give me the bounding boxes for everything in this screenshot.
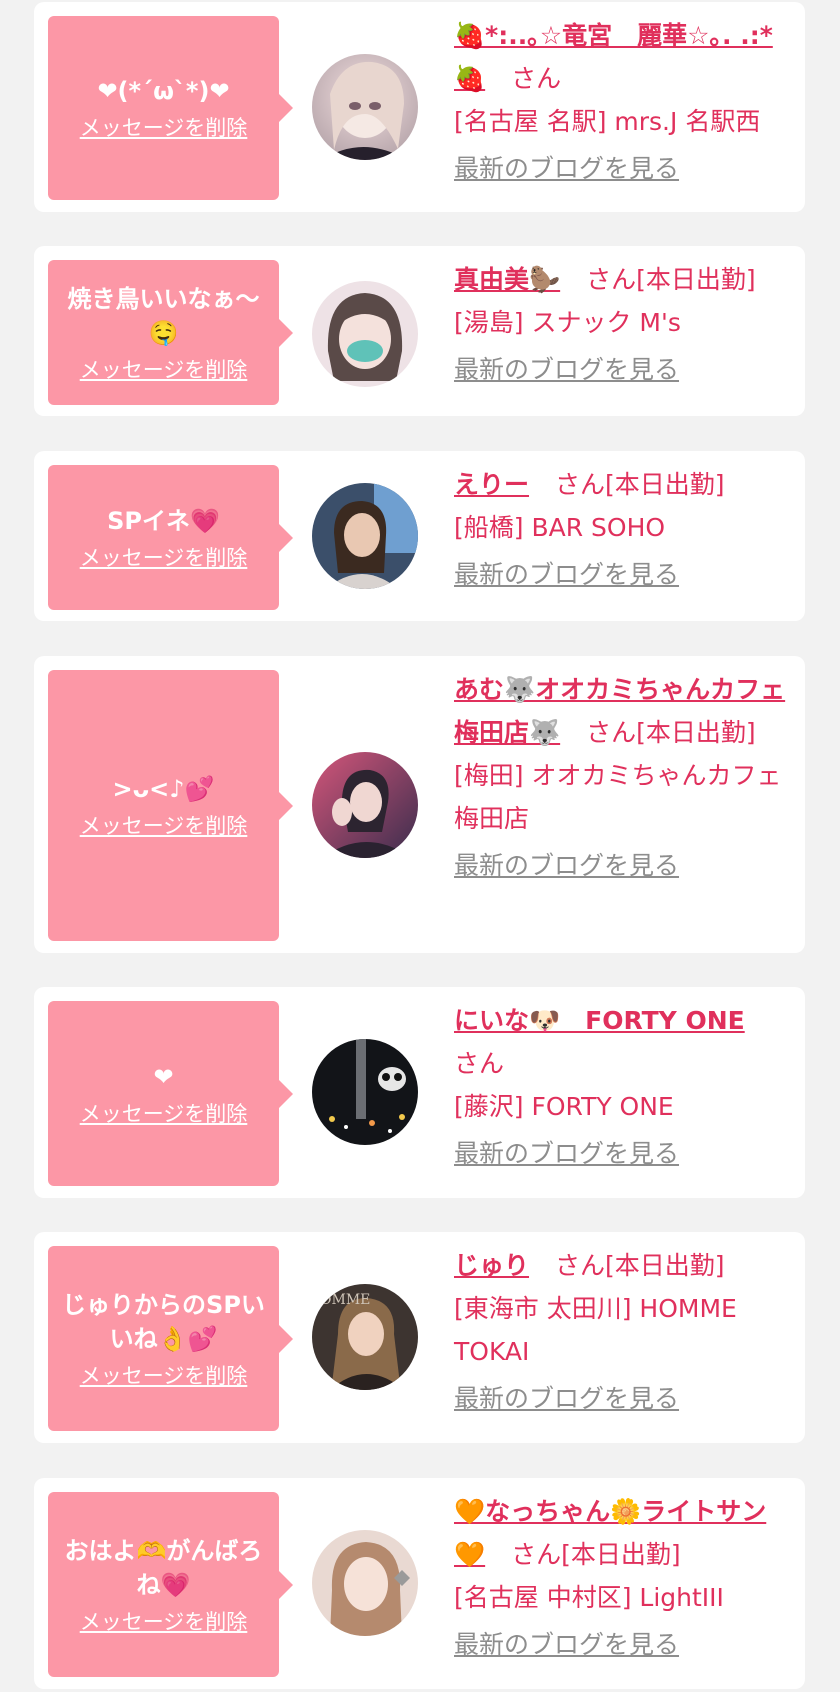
shop-label: [名古屋 名駅] mrs.J 名駅西 xyxy=(454,107,761,136)
message-bubble: >ᴗ<♪💕 メッセージを削除 xyxy=(48,670,293,941)
sender-suffix: さん[本日出勤] xyxy=(511,1540,681,1569)
sender-suffix: さん[本日出勤] xyxy=(554,470,725,499)
delete-message-link[interactable]: メッセージを削除 xyxy=(80,114,248,142)
avatar[interactable] xyxy=(312,1530,418,1636)
avatar[interactable]: OMME xyxy=(312,1284,418,1390)
message-text: SPイネ💗 xyxy=(107,506,220,535)
message-text: 焼き鳥いいなぁ〜🤤 xyxy=(67,284,260,347)
message-card: じゅりからのSPいいね👌💕 メッセージを削除 OMME じゅり さん[本日出勤]… xyxy=(34,1232,805,1443)
sender-suffix: さん[本日出勤] xyxy=(554,1251,725,1280)
delete-message-link[interactable]: メッセージを削除 xyxy=(80,1100,248,1128)
sender-info: 🍓*:..｡☆竜宮 麗華☆｡. .:*🍓 さん [名古屋 名駅] mrs.J 名… xyxy=(454,14,789,190)
shop-label: [名古屋 中村区] LightIII xyxy=(454,1583,724,1612)
message-text: >ᴗ<♪💕 xyxy=(112,774,215,803)
latest-blog-link[interactable]: 最新のブログを見る xyxy=(454,1132,679,1175)
message-card: ❤(*´ω`*)❤ メッセージを削除 🍓*:..｡☆竜宮 麗華☆｡. .:*🍓 … xyxy=(34,2,805,212)
sender-suffix: さん[本日出勤] xyxy=(586,718,756,747)
sender-name-link[interactable]: えりー xyxy=(454,470,529,499)
message-text: じゅりからのSPいいね👌💕 xyxy=(62,1290,265,1353)
delete-message-link[interactable]: メッセージを削除 xyxy=(80,1362,248,1390)
message-text: ❤(*´ω`*)❤ xyxy=(97,77,230,105)
sender-name-link[interactable]: にいな🐶 FORTY ONE xyxy=(454,1006,745,1035)
message-card: >ᴗ<♪💕 メッセージを削除 あむ🐺オオカミちゃんカフェ梅田店🐺 さん[本日出勤… xyxy=(34,656,805,953)
avatar[interactable] xyxy=(312,281,418,387)
latest-blog-link[interactable]: 最新のブログを見る xyxy=(454,1377,679,1420)
message-card: おはよ🫶がんばろね💗 メッセージを削除 🧡なっちゃん🌼ライトサン🧡 さん[本日出… xyxy=(34,1478,805,1689)
avatar[interactable] xyxy=(312,54,418,160)
avatar[interactable] xyxy=(312,752,418,858)
message-bubble: ❤ メッセージを削除 xyxy=(48,1001,293,1186)
avatar[interactable] xyxy=(312,1039,418,1145)
message-bubble: SPイネ💗 メッセージを削除 xyxy=(48,465,293,610)
latest-blog-link[interactable]: 最新のブログを見る xyxy=(454,1623,679,1666)
delete-message-link[interactable]: メッセージを削除 xyxy=(80,356,248,384)
shop-label: [船橋] BAR SOHO xyxy=(454,513,666,542)
sender-suffix: さん[本日出勤] xyxy=(586,265,756,294)
latest-blog-link[interactable]: 最新のブログを見る xyxy=(454,348,679,391)
sender-info: にいな🐶 FORTY ONE さん [藤沢] FORTY ONE 最新のブログを… xyxy=(454,999,789,1175)
delete-message-link[interactable]: メッセージを削除 xyxy=(80,544,248,572)
message-card: SPイネ💗 メッセージを削除 えりー さん[本日出勤] [船橋] BAR SOH… xyxy=(34,451,805,621)
sender-suffix: さん xyxy=(454,1049,505,1078)
sender-name-link[interactable]: 🍓*:..｡☆竜宮 麗華☆｡. .:*🍓 xyxy=(454,21,773,93)
message-bubble: じゅりからのSPいいね👌💕 メッセージを削除 xyxy=(48,1246,293,1431)
message-bubble: ❤(*´ω`*)❤ メッセージを削除 xyxy=(48,16,293,200)
shop-label: [東海市 太田川] HOMME TOKAI xyxy=(454,1294,737,1366)
sender-info: 真由美🦫 さん[本日出勤] [湯島] スナック M's 最新のブログを見る xyxy=(454,258,789,391)
sender-info: あむ🐺オオカミちゃんカフェ梅田店🐺 さん[本日出勤] [梅田] オオカミちゃんカ… xyxy=(454,668,789,887)
sender-info: えりー さん[本日出勤] [船橋] BAR SOHO 最新のブログを見る xyxy=(454,463,789,596)
delete-message-link[interactable]: メッセージを削除 xyxy=(80,1608,248,1636)
shop-label: [梅田] オオカミちゃんカフェ梅田店 xyxy=(454,761,782,833)
message-bubble: おはよ🫶がんばろね💗 メッセージを削除 xyxy=(48,1492,293,1677)
message-text: ❤ xyxy=(153,1062,174,1091)
sender-suffix: さん xyxy=(511,64,562,93)
sender-info: 🧡なっちゃん🌼ライトサン🧡 さん[本日出勤] [名古屋 中村区] LightII… xyxy=(454,1490,789,1666)
latest-blog-link[interactable]: 最新のブログを見る xyxy=(454,844,679,887)
sender-name-link[interactable]: 真由美🦫 xyxy=(454,265,560,294)
message-bubble: 焼き鳥いいなぁ〜🤤 メッセージを削除 xyxy=(48,260,293,405)
latest-blog-link[interactable]: 最新のブログを見る xyxy=(454,553,679,596)
message-text: おはよ🫶がんばろね💗 xyxy=(64,1536,263,1599)
message-card: 焼き鳥いいなぁ〜🤤 メッセージを削除 真由美🦫 さん[本日出勤] [湯島] スナ… xyxy=(34,246,805,416)
delete-message-link[interactable]: メッセージを削除 xyxy=(80,812,248,840)
shop-label: [湯島] スナック M's xyxy=(454,308,681,337)
shop-label: [藤沢] FORTY ONE xyxy=(454,1092,674,1121)
sender-name-link[interactable]: じゅり xyxy=(454,1251,529,1280)
latest-blog-link[interactable]: 最新のブログを見る xyxy=(454,147,679,190)
sender-info: じゅり さん[本日出勤] [東海市 太田川] HOMME TOKAI 最新のブロ… xyxy=(454,1244,789,1420)
svg-text:OMME: OMME xyxy=(320,1292,370,1308)
message-card: ❤ メッセージを削除 にいな🐶 FORTY ONE さん [藤沢] FORTY … xyxy=(34,987,805,1198)
avatar[interactable] xyxy=(312,483,418,589)
